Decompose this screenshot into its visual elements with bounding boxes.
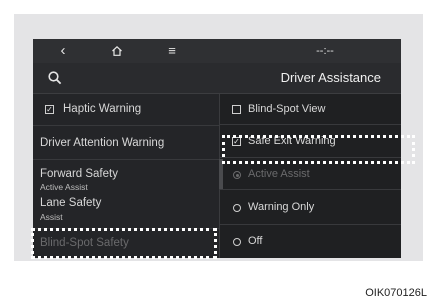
back-icon[interactable]: ‹ <box>51 39 75 63</box>
top-nav-bar: ‹ ≡ --:-- <box>33 39 401 63</box>
highlight-safe-exit-warning <box>222 135 415 164</box>
menu-item-label: Haptic Warning <box>63 103 142 115</box>
menu-icon[interactable]: ≡ <box>160 39 184 63</box>
menu-item-driver-attention-warning[interactable]: Driver Attention Warning <box>33 126 219 160</box>
radio-warning-only[interactable]: Warning Only <box>220 190 401 225</box>
blind-spot-view-option[interactable]: ✓ Blind-Spot View <box>220 94 401 125</box>
menu-item-forward-safety[interactable]: Forward Safety Active Assist <box>33 160 219 193</box>
page-title: Driver Assistance <box>280 70 381 85</box>
option-label: Off <box>248 235 263 247</box>
menu-item-sublabel: Active Assist <box>40 182 88 192</box>
menu-item-sublabel: Assist <box>40 212 63 222</box>
menu-item-haptic-warning[interactable]: ✓ Haptic Warning <box>33 94 219 126</box>
menu-item-label: Forward Safety <box>40 168 118 180</box>
checkbox-icon[interactable]: ✓ <box>45 105 54 114</box>
menu-item-label: Driver Attention Warning <box>40 137 165 149</box>
option-label: Active Assist <box>248 168 310 180</box>
radio-icon[interactable] <box>233 204 241 212</box>
radio-icon[interactable] <box>233 238 241 246</box>
highlight-blind-spot-safety <box>31 228 217 259</box>
search-icon[interactable] <box>47 70 67 88</box>
status-indicator: --:-- <box>316 45 334 57</box>
menu-item-lane-safety[interactable]: Lane Safety Assist <box>33 193 219 229</box>
checkbox-icon[interactable]: ✓ <box>232 105 241 114</box>
home-icon[interactable] <box>105 39 129 63</box>
menu-item-label: Lane Safety <box>40 197 102 209</box>
figure-caption: OIK070126L <box>365 287 427 299</box>
option-label: Warning Only <box>248 201 315 213</box>
radio-off[interactable]: Off <box>220 225 401 258</box>
right-panel: ✓ Blind-Spot View ✓ Safe Exit Warning Ac… <box>220 94 401 258</box>
radio-icon[interactable] <box>233 171 241 179</box>
page-header: Driver Assistance <box>33 63 401 94</box>
option-label: Blind-Spot View <box>248 103 326 115</box>
